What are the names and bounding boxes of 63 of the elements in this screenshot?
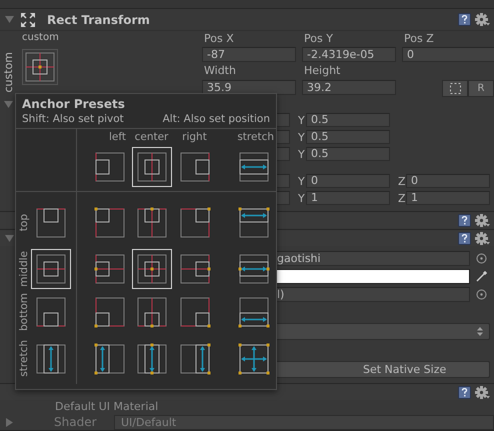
anchor-preset-button[interactable] bbox=[22, 49, 58, 85]
field-label: Pos Z bbox=[403, 31, 435, 46]
anchor-side-label: custom bbox=[2, 52, 16, 92]
input-field[interactable] bbox=[276, 113, 290, 127]
axis-label: Y bbox=[297, 148, 306, 160]
column-label: left bbox=[108, 131, 126, 144]
field-label: Height bbox=[303, 63, 342, 79]
eyedropper-icon[interactable] bbox=[476, 270, 487, 282]
number-field[interactable]: 39.2 bbox=[302, 80, 396, 95]
axis-label: Y bbox=[297, 174, 306, 188]
help-icon[interactable] bbox=[458, 214, 471, 226]
column-label: stretch bbox=[237, 131, 274, 144]
foldout-triangle-icon[interactable] bbox=[5, 234, 14, 242]
target-icon[interactable] bbox=[476, 252, 487, 264]
column-label: center bbox=[134, 131, 168, 144]
number-field[interactable]: 0 bbox=[306, 174, 390, 188]
row-label: middle bbox=[18, 251, 31, 287]
input-field[interactable] bbox=[276, 191, 290, 205]
number-field[interactable]: 1 bbox=[306, 191, 390, 205]
updown-arrows-icon bbox=[477, 327, 483, 336]
move-arrows-icon bbox=[20, 12, 36, 28]
axis-label: Y bbox=[297, 114, 306, 126]
foldout-triangle-icon[interactable] bbox=[4, 100, 13, 108]
axis-label: Y bbox=[297, 130, 306, 144]
axis-label: Z bbox=[397, 192, 406, 204]
row-label: top bbox=[18, 214, 31, 232]
row-label: bottom bbox=[18, 293, 31, 331]
target-icon[interactable] bbox=[476, 288, 487, 300]
popup-title: Anchor Presets bbox=[22, 96, 126, 112]
blueprint-button[interactable] bbox=[442, 80, 468, 97]
input-field[interactable] bbox=[276, 174, 290, 188]
number-field[interactable]: -87 bbox=[202, 47, 296, 62]
number-field[interactable]: 0.5 bbox=[306, 130, 390, 144]
raw-edit-button[interactable]: R bbox=[468, 80, 494, 97]
column-label: right bbox=[182, 131, 207, 144]
axis-label: Y bbox=[297, 192, 306, 204]
hint-text: Shift: Also set pivot bbox=[22, 112, 124, 127]
number-field[interactable]: 0.5 bbox=[306, 113, 390, 127]
number-field[interactable]: 0 bbox=[402, 47, 494, 62]
input-field[interactable] bbox=[276, 147, 290, 161]
settings-icon[interactable] bbox=[475, 386, 490, 398]
number-field[interactable]: 0.5 bbox=[306, 147, 390, 161]
help-icon[interactable] bbox=[458, 386, 471, 398]
axis-label: Z bbox=[397, 174, 406, 188]
material-name: Default UI Material bbox=[55, 400, 158, 413]
field-label: Pos X bbox=[203, 31, 235, 46]
help-icon[interactable] bbox=[458, 232, 471, 244]
settings-icon[interactable] bbox=[475, 13, 490, 26]
shader-label: Shader bbox=[54, 415, 98, 429]
input-field[interactable] bbox=[276, 130, 290, 144]
dashed-square-icon bbox=[450, 83, 460, 94]
row-label: stretch bbox=[18, 340, 31, 377]
hint-text: Alt: Also set position bbox=[162, 112, 270, 127]
anchor-label: custom bbox=[22, 31, 59, 45]
number-field[interactable]: -2.4319e-05 bbox=[302, 47, 396, 62]
number-field[interactable]: 0 bbox=[406, 174, 490, 188]
help-icon[interactable] bbox=[458, 13, 471, 26]
settings-icon[interactable] bbox=[475, 232, 490, 244]
field-label: Width bbox=[203, 63, 237, 79]
settings-icon[interactable] bbox=[475, 214, 490, 226]
component-title: Rect Transform bbox=[47, 12, 150, 26]
number-field[interactable]: 1 bbox=[406, 191, 490, 205]
field-label: Pos Y bbox=[303, 31, 334, 46]
